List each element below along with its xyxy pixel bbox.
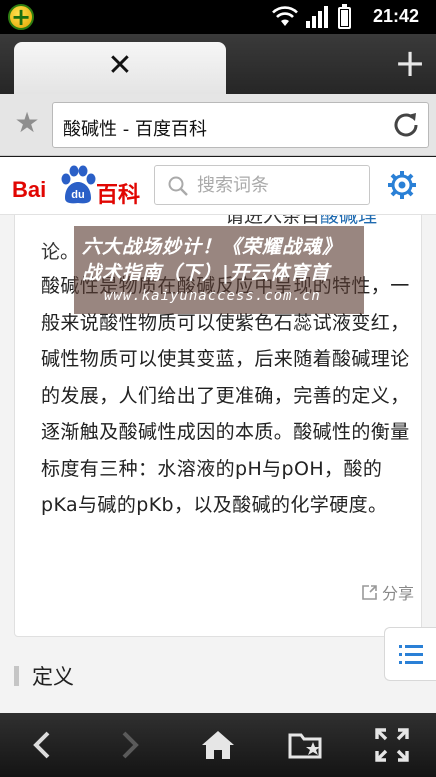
- ad-overlay-line2: 战术指南（下）|开云体育首: [82, 262, 330, 284]
- address-bar: ★ 酸碱性 - 百度百科: [0, 94, 436, 156]
- share-button[interactable]: 分享: [361, 580, 414, 604]
- ad-overlay-line1: 六大战场妙计！《荣耀战魂》: [82, 236, 343, 258]
- home-icon[interactable]: [198, 725, 238, 765]
- reload-icon[interactable]: [390, 109, 422, 141]
- close-tab-icon[interactable]: ✕: [14, 42, 226, 94]
- logo-baike-text: 百科: [96, 183, 141, 208]
- logo-du-text: du: [71, 189, 84, 201]
- new-tab-button[interactable]: +: [392, 44, 428, 84]
- search-box[interactable]: [154, 165, 370, 205]
- share-icon: [362, 585, 377, 600]
- bookmarks-folder-icon[interactable]: [286, 725, 326, 765]
- logo-bai-text: Bai: [12, 177, 47, 202]
- section-title: 定义: [32, 665, 74, 689]
- bookmark-star-icon[interactable]: ★: [12, 108, 42, 138]
- baidu-baike-logo[interactable]: Bai du 百科: [12, 163, 142, 208]
- url-field[interactable]: 酸碱性 - 百度百科: [52, 102, 429, 148]
- settings-gear-icon[interactable]: [386, 169, 418, 201]
- tab-bar: ✕ +: [0, 34, 436, 94]
- url-title: 酸碱性 - 百度百科: [63, 119, 207, 140]
- status-time: 21:42: [373, 6, 420, 26]
- battery-icon: [338, 4, 351, 29]
- fullscreen-icon[interactable]: [372, 725, 412, 765]
- baike-header: Bai du 百科: [0, 157, 436, 215]
- ad-overlay[interactable]: 六大战场妙计！《荣耀战魂》 战术指南（下）|开云体育首 www.kaiyunac…: [74, 226, 364, 314]
- table-of-contents-button[interactable]: [384, 627, 436, 681]
- status-bar: 21:42: [0, 0, 436, 34]
- wifi-icon: [272, 6, 298, 26]
- article-content[interactable]: 请进入条目酸碱理 论。 酸碱性是物质在酸碱反应中呈现的特性，一般来说酸性物质可以…: [0, 215, 436, 713]
- signal-icon: [306, 6, 328, 28]
- share-label: 分享: [382, 584, 415, 603]
- back-arrow-icon[interactable]: [24, 725, 64, 765]
- app-notification-icon: [8, 3, 34, 31]
- ad-overlay-line3: www.kaiyunaccess.com.cn: [104, 288, 321, 304]
- baidu-paw-icon: du: [61, 165, 96, 204]
- search-input[interactable]: [197, 170, 362, 200]
- section-marker: [14, 666, 19, 686]
- list-icon: [399, 645, 423, 664]
- browser-toolbar: [0, 713, 436, 777]
- search-icon: [168, 176, 188, 196]
- active-tab[interactable]: ✕: [14, 42, 226, 94]
- forward-arrow-icon[interactable]: [108, 725, 148, 765]
